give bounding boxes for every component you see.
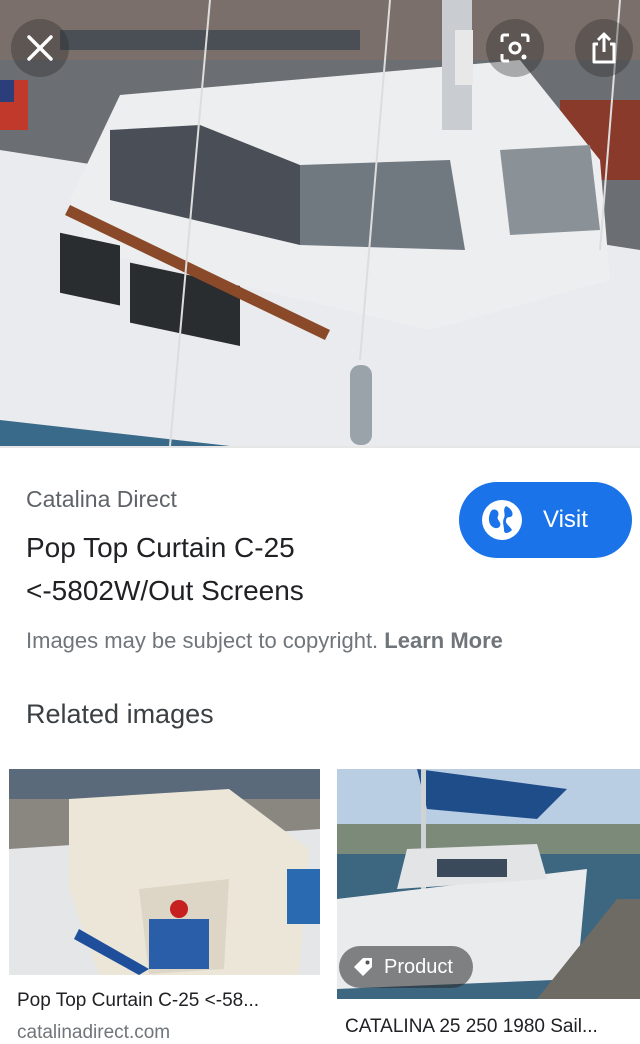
copyright-text: Images may be subject to copyright. bbox=[26, 628, 379, 653]
related-image-1[interactable] bbox=[9, 769, 320, 975]
share-button[interactable] bbox=[575, 19, 633, 77]
related-images-heading: Related images bbox=[26, 699, 214, 729]
globe-icon bbox=[482, 500, 522, 540]
share-icon bbox=[592, 32, 616, 64]
product-badge: Product bbox=[339, 946, 473, 988]
close-button[interactable] bbox=[11, 19, 69, 77]
lens-icon bbox=[500, 33, 530, 63]
source-name[interactable]: Catalina Direct bbox=[26, 486, 177, 513]
tag-icon bbox=[354, 958, 372, 976]
learn-more-link[interactable]: Learn More bbox=[384, 628, 503, 653]
lens-button[interactable] bbox=[486, 19, 544, 77]
related-site-1[interactable]: catalinadirect.com bbox=[17, 1022, 170, 1044]
related-caption-1[interactable]: Pop Top Curtain C-25 <-58... bbox=[17, 990, 312, 1012]
related-caption-2[interactable]: CATALINA 25 250 1980 Sail... bbox=[345, 1016, 640, 1038]
close-icon bbox=[27, 35, 53, 61]
product-badge-label: Product bbox=[384, 955, 453, 978]
divider bbox=[0, 446, 640, 448]
visit-button[interactable]: Visit bbox=[459, 482, 632, 558]
copyright-notice: Images may be subject to copyright. Lear… bbox=[26, 628, 503, 654]
hero-image[interactable] bbox=[0, 0, 640, 446]
result-title[interactable]: Pop Top Curtain C-25 <-5802W/Out Screens bbox=[26, 526, 446, 612]
visit-label: Visit bbox=[543, 506, 588, 533]
